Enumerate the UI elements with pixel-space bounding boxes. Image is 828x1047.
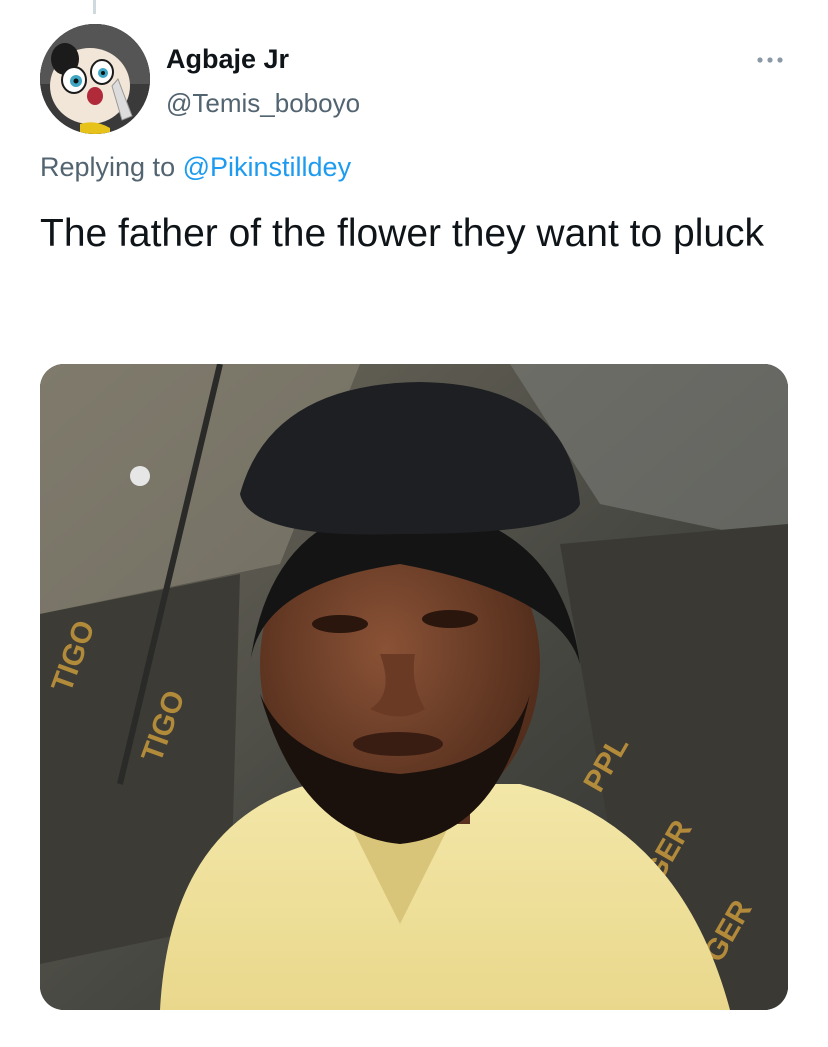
tweet-text: The father of the flower they want to pl… bbox=[40, 212, 765, 255]
author-handle[interactable]: @Temis_boboyo bbox=[166, 88, 360, 119]
thread-connector-line bbox=[93, 0, 96, 14]
cartoon-character-avatar-icon bbox=[40, 24, 150, 134]
tweet-photo[interactable]: TIGO TIGO PPL GER GER bbox=[40, 364, 788, 1010]
replying-to-label: Replying to bbox=[40, 152, 176, 182]
replying-to-line: Replying to @Pikinstilldey bbox=[40, 152, 351, 183]
reply-to-handle-link[interactable]: @Pikinstilldey bbox=[183, 152, 351, 182]
author-display-name[interactable]: Agbaje Jr bbox=[166, 44, 289, 75]
author-avatar[interactable] bbox=[40, 24, 150, 134]
more-horizontal-icon[interactable] bbox=[752, 50, 788, 70]
photo-placeholder: TIGO TIGO PPL GER GER bbox=[40, 364, 788, 1010]
